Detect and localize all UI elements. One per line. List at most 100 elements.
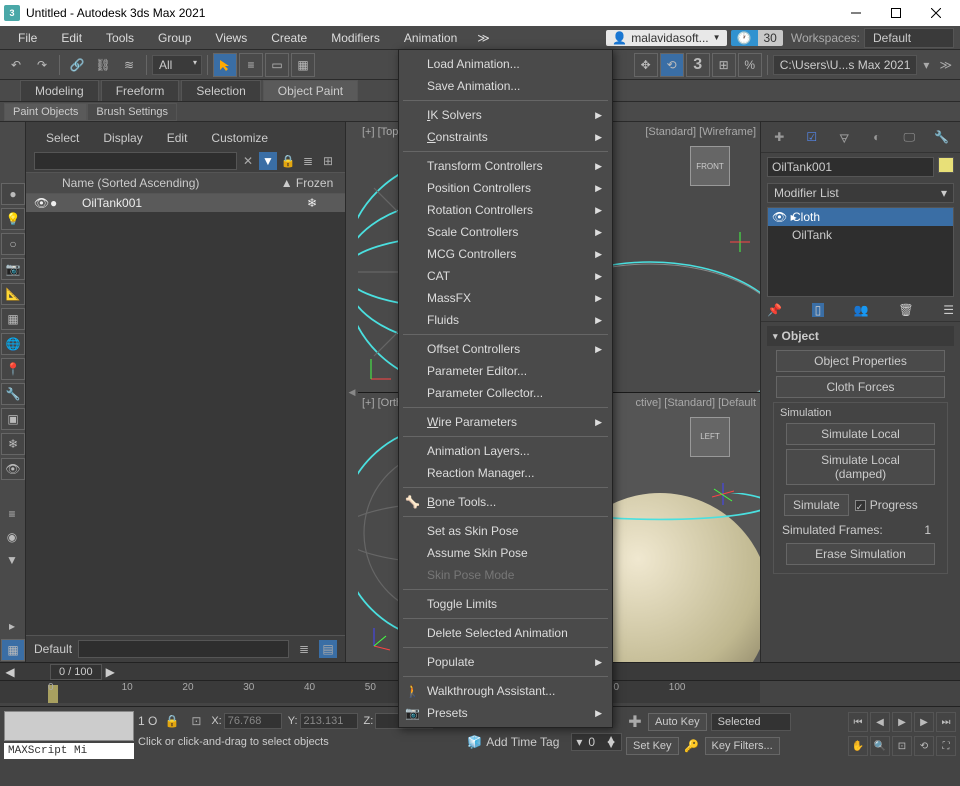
progress-checkbox[interactable]: [855, 500, 866, 511]
bind-space-warp-button[interactable]: ≋: [117, 53, 141, 77]
project-path[interactable]: C:\Users\U...s Max 2021: [773, 55, 918, 75]
configure-icon[interactable]: ☰: [943, 303, 954, 317]
pin-icon[interactable]: 📍: [1, 358, 25, 380]
subtab-brush-settings[interactable]: Brush Settings: [87, 103, 177, 121]
x-coord-input[interactable]: [224, 713, 282, 729]
object-name-input[interactable]: [767, 157, 934, 177]
more-icon[interactable]: ≫: [935, 58, 956, 72]
menu-save-animation[interactable]: Save Animation...: [399, 75, 612, 97]
orbit-button[interactable]: ⟲: [914, 736, 934, 756]
utilities-tab-icon[interactable]: 🔧: [931, 126, 953, 148]
cube-tag-icon[interactable]: 🧊: [467, 735, 482, 749]
user-account[interactable]: 👤 malavidasoft... ▼: [606, 30, 726, 46]
menu-scale-controllers[interactable]: Scale Controllers▶: [399, 221, 612, 243]
pin-stack-icon[interactable]: 📌: [767, 303, 782, 317]
rotate-button[interactable]: ⟲: [660, 53, 684, 77]
modifier-stack[interactable]: 👁 ▸ Cloth OilTank: [767, 207, 954, 297]
play-end-button[interactable]: ⏭: [936, 712, 956, 732]
isolate-icon[interactable]: ⊡: [187, 712, 205, 730]
workspace-selector[interactable]: Default: [864, 28, 954, 48]
menu-parameter-collector[interactable]: Parameter Collector...: [399, 382, 612, 404]
menu-rotation-controllers[interactable]: Rotation Controllers▶: [399, 199, 612, 221]
undo-button[interactable]: ↶: [4, 53, 28, 77]
menu-parameter-editor[interactable]: Parameter Editor...: [399, 360, 612, 382]
snowflake-icon[interactable]: ❄: [1, 433, 25, 455]
y-coord-input[interactable]: [300, 713, 358, 729]
eye-icon[interactable]: 👁: [1, 458, 25, 480]
menu-create[interactable]: Create: [259, 28, 319, 48]
object-color-swatch[interactable]: [938, 157, 954, 173]
simulate-button[interactable]: Simulate: [784, 494, 849, 516]
motion-tab-icon[interactable]: ◐: [866, 126, 888, 148]
wrench-icon[interactable]: 🔧: [1, 383, 25, 405]
frozen-icon[interactable]: ❄: [287, 196, 337, 210]
show-end-icon[interactable]: ▯: [812, 303, 825, 317]
link-button[interactable]: 🔗: [65, 53, 89, 77]
funnel-icon[interactable]: ▼: [0, 549, 24, 571]
menu-animation[interactable]: Animation: [392, 28, 469, 48]
menu-mcg-controllers[interactable]: MCG Controllers▶: [399, 243, 612, 265]
simulate-local-damped-button[interactable]: Simulate Local (damped): [786, 449, 935, 485]
percent-snap-button[interactable]: %: [738, 53, 762, 77]
zoom-extents-button[interactable]: ⊡: [892, 736, 912, 756]
menu-animation-layers[interactable]: Animation Layers...: [399, 440, 612, 462]
menu-wire-parameters[interactable]: Wire Parameters▶: [399, 411, 612, 433]
selection-filter-dropdown[interactable]: All: [152, 55, 202, 75]
list-icon[interactable]: ≣: [299, 152, 317, 170]
key-icon[interactable]: 🔑: [683, 737, 701, 755]
lock-selection-icon[interactable]: 🔒: [163, 712, 181, 730]
grid-icon[interactable]: ▦: [1, 308, 25, 330]
rollout-object[interactable]: Object: [767, 326, 954, 346]
cube-icon[interactable]: ▣: [1, 408, 25, 430]
menu-position-controllers[interactable]: Position Controllers▶: [399, 177, 612, 199]
tab-freeform[interactable]: Freeform: [101, 80, 180, 101]
columns-icon[interactable]: ⊞: [319, 152, 337, 170]
layers-icon[interactable]: ≣: [295, 640, 313, 658]
scene-tab-customize[interactable]: Customize: [201, 128, 278, 148]
key-filters-button[interactable]: Key Filters...: [705, 737, 780, 755]
trial-days-icon[interactable]: 🕐: [731, 30, 758, 46]
play-button[interactable]: ▶: [892, 712, 912, 732]
slider-right-arrow[interactable]: ▶: [106, 665, 115, 679]
scene-tab-select[interactable]: Select: [36, 128, 89, 148]
modify-tab-icon[interactable]: ☑: [801, 126, 823, 148]
window-crossing-button[interactable]: ▦: [291, 53, 315, 77]
play-next-button[interactable]: ▶: [914, 712, 934, 732]
menu-delete-selected-animation[interactable]: Delete Selected Animation: [399, 622, 612, 644]
visibility-icon[interactable]: 👁: [34, 196, 48, 210]
globe-icon[interactable]: 🌐: [1, 333, 25, 355]
scene-tab-edit[interactable]: Edit: [157, 128, 198, 148]
close-button[interactable]: [916, 0, 956, 26]
collapse-handle[interactable]: ◀: [346, 122, 358, 662]
object-properties-button[interactable]: Object Properties: [776, 350, 944, 372]
erase-simulation-button[interactable]: Erase Simulation: [786, 543, 935, 565]
clear-icon[interactable]: ✕: [239, 152, 257, 170]
move-button[interactable]: ✥: [634, 53, 658, 77]
scale-text-button[interactable]: 3: [686, 53, 710, 77]
redo-button[interactable]: ↷: [30, 53, 54, 77]
menu-modifiers[interactable]: Modifiers: [319, 28, 392, 48]
time-spinner[interactable]: ▾ 0 ▲▼: [571, 733, 622, 751]
zoom-button[interactable]: 🔍: [870, 736, 890, 756]
display-tab-icon[interactable]: 🖵: [898, 126, 920, 148]
menu-file[interactable]: File: [6, 28, 49, 48]
menu-edit[interactable]: Edit: [49, 28, 94, 48]
grid-snap-button[interactable]: ⊞: [712, 53, 736, 77]
cloth-forces-button[interactable]: Cloth Forces: [776, 376, 944, 398]
light-icon[interactable]: 💡: [1, 208, 25, 230]
menu-constraints[interactable]: Constraints▶: [399, 126, 612, 148]
lines-icon[interactable]: ≡: [0, 503, 24, 525]
menu-cat[interactable]: CAT▶: [399, 265, 612, 287]
maximize-button[interactable]: [876, 0, 916, 26]
lock-icon[interactable]: 🔒: [279, 152, 297, 170]
menu-toggle-limits[interactable]: Toggle Limits: [399, 593, 612, 615]
play-start-button[interactable]: ⏮: [848, 712, 868, 732]
unlink-button[interactable]: ⛓: [91, 53, 115, 77]
menu-ik-solvers[interactable]: IK Solvers▶: [399, 104, 612, 126]
minimize-button[interactable]: [836, 0, 876, 26]
menu-walkthrough-assistant[interactable]: 🚶Walkthrough Assistant...: [399, 680, 612, 702]
layer-manager-icon[interactable]: ▤: [319, 640, 337, 658]
key-filter-dropdown[interactable]: Selected: [711, 713, 791, 731]
tab-selection[interactable]: Selection: [181, 80, 260, 101]
scene-search-input[interactable]: [34, 152, 237, 170]
